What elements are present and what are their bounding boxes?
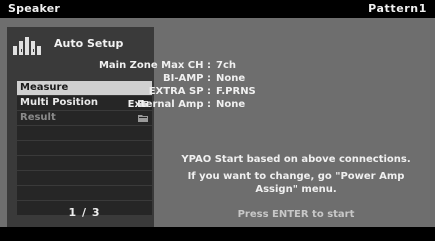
page-indicator: 1 / 3 — [68, 206, 101, 219]
extra-sp-label: EXTRA SP : — [148, 86, 211, 97]
main-screen: Auto Setup Measure Multi Position Result… — [0, 18, 435, 227]
bottom-bar — [0, 227, 435, 241]
info-message-line-3: Assign" menu. — [255, 184, 337, 195]
menu-empty-row — [17, 156, 152, 170]
main-zone-max-ch-value: 7ch — [216, 60, 237, 71]
menu-item-result: Result — [17, 111, 152, 125]
main-zone-max-ch-label: Main Zone Max CH : — [98, 60, 211, 71]
menu-item-label: Result — [20, 112, 56, 123]
screen-title: Speaker — [8, 2, 60, 15]
menu-empty-row — [17, 171, 152, 185]
menu-empty-row — [17, 141, 152, 155]
info-message-line-2: If you want to change, go "Power Amp — [187, 171, 405, 182]
speaker-setup-icon — [13, 37, 41, 55]
start-prompt: Press ENTER to start — [237, 209, 355, 220]
sidebar-heading: Auto Setup — [54, 37, 124, 50]
external-amp-value: None — [216, 99, 246, 110]
pattern-indicator: Pattern1 — [368, 2, 427, 15]
bi-amp-label: BI-AMP : — [163, 73, 211, 84]
bi-amp-value: None — [216, 73, 246, 84]
folder-icon — [138, 115, 148, 122]
title-bar: Speaker Pattern1 — [0, 0, 435, 18]
info-message-line-1: YPAO Start based on above connections. — [181, 154, 411, 165]
external-amp-label: External Amp : — [127, 99, 211, 110]
menu-empty-row — [17, 186, 152, 200]
menu-empty-row — [17, 126, 152, 140]
extra-sp-value: F.PRNS — [216, 86, 256, 97]
